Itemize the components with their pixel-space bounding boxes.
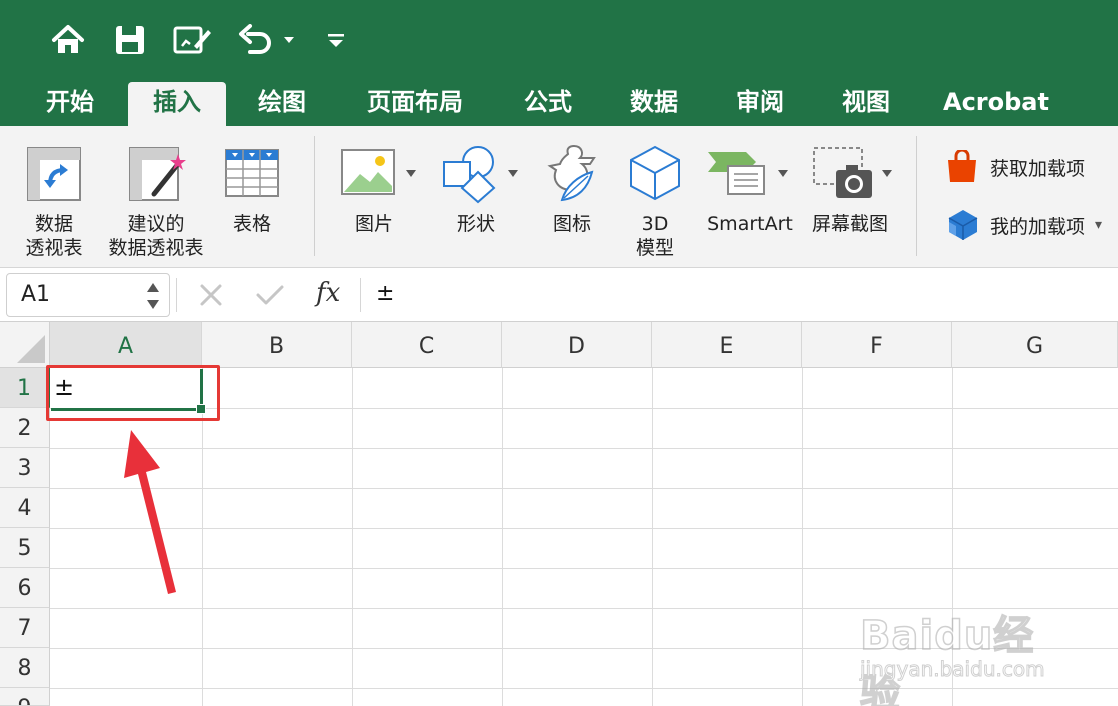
column-header-f[interactable]: F <box>802 322 952 368</box>
grid-line <box>802 368 803 706</box>
recommended-pivot-button[interactable]: 建议的 数据透视表 <box>100 140 212 264</box>
icons-icon <box>547 144 596 202</box>
pictures-button[interactable]: 图片 <box>334 140 420 264</box>
smartart-button[interactable]: SmartArt <box>702 140 798 264</box>
name-box[interactable]: A1 <box>6 273 170 317</box>
grid-line <box>502 368 503 706</box>
shapes-dropdown-icon[interactable] <box>508 170 518 177</box>
ribbon-separator <box>314 136 315 256</box>
cancel-icon[interactable] <box>194 277 228 313</box>
pivot-table-icon <box>27 147 81 201</box>
formula-bar: A1 fx ± <box>0 268 1118 322</box>
annotation-arrow <box>124 430 176 594</box>
addins-icon <box>948 210 978 240</box>
tab-view[interactable]: 视图 <box>826 80 906 126</box>
row-header-9[interactable]: 9 <box>0 688 50 706</box>
tab-data[interactable]: 数据 <box>614 80 694 126</box>
recommended-pivot-icon <box>129 147 186 201</box>
tab-home[interactable]: 开始 <box>30 80 110 126</box>
home-icon[interactable] <box>48 22 88 58</box>
icons-button[interactable]: 图标 <box>536 140 608 264</box>
my-addins-button[interactable]: 我的加载项 ▾ <box>946 208 1102 242</box>
get-addins-button[interactable]: 获取加载项 <box>946 150 1085 184</box>
pivot-table-button[interactable]: 数据 透视表 <box>14 140 94 264</box>
column-header-g[interactable]: G <box>952 322 1118 368</box>
table-icon <box>225 149 279 197</box>
ribbon-tabs: 开始 插入 绘图 页面布局 公式 数据 审阅 视图 Acrobat <box>0 80 1118 128</box>
tab-acrobat[interactable]: Acrobat <box>936 80 1056 126</box>
enter-check-icon[interactable] <box>252 277 288 313</box>
my-addins-dropdown-icon[interactable]: ▾ <box>1095 217 1102 233</box>
shapes-icon <box>443 146 496 204</box>
row-header-8[interactable]: 8 <box>0 648 50 688</box>
formula-input[interactable]: ± <box>376 281 394 306</box>
ribbon-separator <box>916 136 917 256</box>
grid-line <box>352 368 353 706</box>
shapes-button[interactable]: 形状 <box>436 140 522 264</box>
title-bar <box>0 0 1118 80</box>
column-header-e[interactable]: E <box>652 322 802 368</box>
undo-dropdown-icon[interactable] <box>280 22 298 58</box>
pictures-dropdown-icon[interactable] <box>406 170 416 177</box>
tab-review[interactable]: 审阅 <box>720 80 800 126</box>
formula-separator <box>176 278 177 312</box>
column-header-c[interactable]: C <box>352 322 502 368</box>
ribbon-insert: 数据 透视表 建议的 数据透视表 表格 图片 形状 图标 3D 模型 Smart… <box>0 126 1118 268</box>
edit-icon[interactable] <box>170 22 214 58</box>
screenshot-button[interactable]: 屏幕截图 <box>806 140 898 264</box>
tab-page-layout[interactable]: 页面布局 <box>352 80 478 126</box>
smartart-dropdown-icon[interactable] <box>778 170 788 177</box>
excel-window: 开始 插入 绘图 页面布局 公式 数据 审阅 视图 Acrobat 数据 透视表 <box>0 0 1118 706</box>
store-icon <box>948 150 976 182</box>
tab-formulas[interactable]: 公式 <box>508 80 588 126</box>
insert-function-button[interactable]: fx <box>316 278 340 308</box>
grid-line <box>652 368 653 706</box>
tab-insert[interactable]: 插入 <box>128 82 226 128</box>
spreadsheet-grid: A B C D E F G 1 2 3 4 5 6 7 8 9 ± <box>0 322 1118 706</box>
cube-icon <box>630 145 680 201</box>
row-header-7[interactable]: 7 <box>0 608 50 648</box>
baidu-jingyan-watermark: Baidu经验 jingyan.baidu.com <box>859 612 1045 706</box>
3d-models-button[interactable]: 3D 模型 <box>622 140 688 264</box>
picture-icon <box>341 149 395 195</box>
table-button[interactable]: 表格 <box>218 140 286 264</box>
camera-icon <box>813 147 872 198</box>
formula-separator <box>360 278 361 312</box>
screenshot-dropdown-icon[interactable] <box>882 170 892 177</box>
smartart-icon <box>708 152 765 195</box>
name-box-spinner-icon[interactable] <box>145 280 161 312</box>
customize-icon[interactable] <box>324 22 348 58</box>
undo-icon[interactable] <box>236 22 276 58</box>
column-header-d[interactable]: D <box>502 322 652 368</box>
save-icon[interactable] <box>112 22 148 58</box>
tab-draw[interactable]: 绘图 <box>242 80 322 126</box>
